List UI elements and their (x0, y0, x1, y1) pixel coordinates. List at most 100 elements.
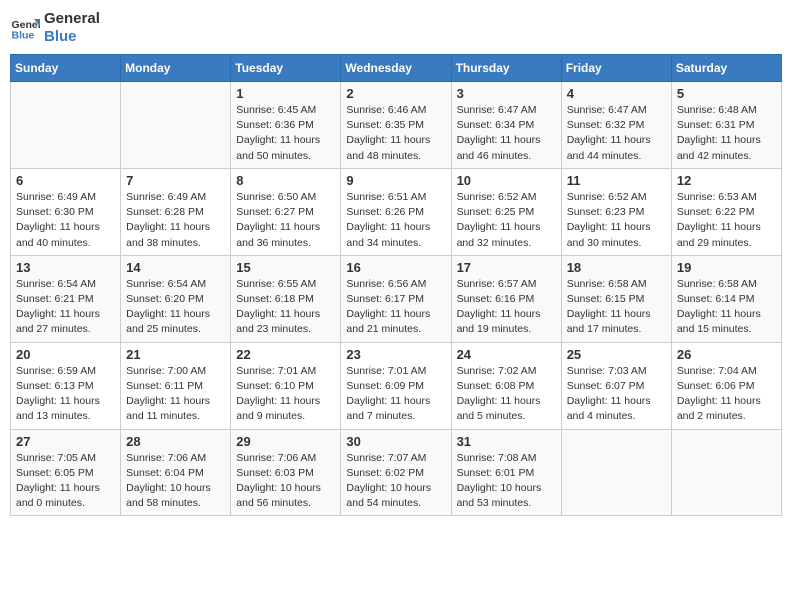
calendar-body: 1 Sunrise: 6:45 AM Sunset: 6:36 PM Daylig… (11, 82, 782, 516)
day-number: 20 (16, 347, 115, 362)
calendar-cell: 20 Sunrise: 6:59 AM Sunset: 6:13 PM Dayli… (11, 342, 121, 429)
day-info: Sunrise: 6:53 AM Sunset: 6:22 PM Dayligh… (677, 190, 776, 251)
day-number: 25 (567, 347, 666, 362)
day-number: 3 (457, 86, 556, 101)
day-number: 27 (16, 434, 115, 449)
day-info: Sunrise: 6:54 AM Sunset: 6:20 PM Dayligh… (126, 277, 225, 338)
calendar-cell: 23Sunrise: 7:01 AM Sunset: 6:09 PM Dayli… (341, 342, 451, 429)
svg-text:Blue: Blue (12, 30, 35, 42)
day-number: 22 (236, 347, 335, 362)
calendar-week-row: 20 Sunrise: 6:59 AM Sunset: 6:13 PM Dayli… (11, 342, 782, 429)
calendar-cell: 22 Sunrise: 7:01 AM Sunset: 6:10 PM Dayli… (231, 342, 341, 429)
day-info: Sunrise: 6:48 AM Sunset: 6:31 PM Dayligh… (677, 103, 776, 164)
calendar-cell (121, 82, 231, 169)
calendar-cell: 4Sunrise: 6:47 AM Sunset: 6:32 PM Daylig… (561, 82, 671, 169)
day-number: 4 (567, 86, 666, 101)
day-info: Sunrise: 6:47 AM Sunset: 6:34 PM Dayligh… (457, 103, 556, 164)
day-info: Sunrise: 7:08 AM Sunset: 6:01 PM Dayligh… (457, 451, 556, 512)
day-number: 21 (126, 347, 225, 362)
day-number: 10 (457, 173, 556, 188)
day-info: Sunrise: 7:04 AM Sunset: 6:06 PM Dayligh… (677, 364, 776, 425)
calendar-cell: 11 Sunrise: 6:52 AM Sunset: 6:23 PM Dayli… (561, 168, 671, 255)
day-info: Sunrise: 6:50 AM Sunset: 6:27 PM Dayligh… (236, 190, 335, 251)
calendar-cell: 7 Sunrise: 6:49 AM Sunset: 6:28 PM Daylig… (121, 168, 231, 255)
calendar-cell: 12Sunrise: 6:53 AM Sunset: 6:22 PM Dayli… (671, 168, 781, 255)
logo-icon: General Blue (10, 13, 40, 43)
day-header-wednesday: Wednesday (341, 55, 451, 82)
day-number: 19 (677, 260, 776, 275)
day-number: 28 (126, 434, 225, 449)
calendar-week-row: 6 Sunrise: 6:49 AM Sunset: 6:30 PM Daylig… (11, 168, 782, 255)
calendar-header-row: SundayMondayTuesdayWednesdayThursdayFrid… (11, 55, 782, 82)
day-number: 7 (126, 173, 225, 188)
day-number: 14 (126, 260, 225, 275)
calendar-cell: 18 Sunrise: 6:58 AM Sunset: 6:15 PM Dayli… (561, 255, 671, 342)
day-info: Sunrise: 6:58 AM Sunset: 6:14 PM Dayligh… (677, 277, 776, 338)
day-number: 17 (457, 260, 556, 275)
calendar-cell: 28 Sunrise: 7:06 AM Sunset: 6:04 PM Dayli… (121, 429, 231, 516)
logo-line1: General (44, 10, 100, 28)
calendar-cell: 2Sunrise: 6:46 AM Sunset: 6:35 PM Daylig… (341, 82, 451, 169)
day-number: 8 (236, 173, 335, 188)
day-number: 1 (236, 86, 335, 101)
day-info: Sunrise: 6:54 AM Sunset: 6:21 PM Dayligh… (16, 277, 115, 338)
day-info: Sunrise: 7:01 AM Sunset: 6:09 PM Dayligh… (346, 364, 445, 425)
calendar-cell: 14 Sunrise: 6:54 AM Sunset: 6:20 PM Dayli… (121, 255, 231, 342)
day-header-thursday: Thursday (451, 55, 561, 82)
day-number: 2 (346, 86, 445, 101)
day-info: Sunrise: 6:59 AM Sunset: 6:13 PM Dayligh… (16, 364, 115, 425)
day-number: 5 (677, 86, 776, 101)
calendar-cell: 27Sunrise: 7:05 AM Sunset: 6:05 PM Dayli… (11, 429, 121, 516)
day-number: 9 (346, 173, 445, 188)
day-info: Sunrise: 6:49 AM Sunset: 6:30 PM Dayligh… (16, 190, 115, 251)
calendar-cell: 26Sunrise: 7:04 AM Sunset: 6:06 PM Dayli… (671, 342, 781, 429)
calendar-cell: 16 Sunrise: 6:56 AM Sunset: 6:17 PM Dayli… (341, 255, 451, 342)
calendar-cell: 8 Sunrise: 6:50 AM Sunset: 6:27 PM Daylig… (231, 168, 341, 255)
logo-line2: Blue (44, 28, 100, 46)
day-info: Sunrise: 6:49 AM Sunset: 6:28 PM Dayligh… (126, 190, 225, 251)
calendar-cell (671, 429, 781, 516)
day-info: Sunrise: 6:45 AM Sunset: 6:36 PM Dayligh… (236, 103, 335, 164)
calendar-week-row: 1 Sunrise: 6:45 AM Sunset: 6:36 PM Daylig… (11, 82, 782, 169)
day-number: 16 (346, 260, 445, 275)
day-header-sunday: Sunday (11, 55, 121, 82)
page-header: General Blue General Blue (10, 10, 782, 46)
day-info: Sunrise: 6:52 AM Sunset: 6:23 PM Dayligh… (567, 190, 666, 251)
calendar-cell: 10Sunrise: 6:52 AM Sunset: 6:25 PM Dayli… (451, 168, 561, 255)
calendar-cell: 29 Sunrise: 7:06 AM Sunset: 6:03 PM Dayli… (231, 429, 341, 516)
day-info: Sunrise: 7:03 AM Sunset: 6:07 PM Dayligh… (567, 364, 666, 425)
day-number: 6 (16, 173, 115, 188)
day-info: Sunrise: 7:02 AM Sunset: 6:08 PM Dayligh… (457, 364, 556, 425)
calendar-table: SundayMondayTuesdayWednesdayThursdayFrid… (10, 54, 782, 516)
day-info: Sunrise: 7:06 AM Sunset: 6:03 PM Dayligh… (236, 451, 335, 512)
day-number: 30 (346, 434, 445, 449)
day-number: 11 (567, 173, 666, 188)
calendar-cell: 6 Sunrise: 6:49 AM Sunset: 6:30 PM Daylig… (11, 168, 121, 255)
day-info: Sunrise: 6:55 AM Sunset: 6:18 PM Dayligh… (236, 277, 335, 338)
calendar-cell: 25 Sunrise: 7:03 AM Sunset: 6:07 PM Dayli… (561, 342, 671, 429)
day-info: Sunrise: 6:51 AM Sunset: 6:26 PM Dayligh… (346, 190, 445, 251)
day-info: Sunrise: 7:07 AM Sunset: 6:02 PM Dayligh… (346, 451, 445, 512)
day-header-friday: Friday (561, 55, 671, 82)
day-info: Sunrise: 6:56 AM Sunset: 6:17 PM Dayligh… (346, 277, 445, 338)
day-number: 31 (457, 434, 556, 449)
calendar-cell: 3 Sunrise: 6:47 AM Sunset: 6:34 PM Daylig… (451, 82, 561, 169)
day-number: 18 (567, 260, 666, 275)
calendar-week-row: 27Sunrise: 7:05 AM Sunset: 6:05 PM Dayli… (11, 429, 782, 516)
calendar-cell: 30 Sunrise: 7:07 AM Sunset: 6:02 PM Dayli… (341, 429, 451, 516)
calendar-cell: 21 Sunrise: 7:00 AM Sunset: 6:11 PM Dayli… (121, 342, 231, 429)
calendar-week-row: 13Sunrise: 6:54 AM Sunset: 6:21 PM Dayli… (11, 255, 782, 342)
day-number: 24 (457, 347, 556, 362)
day-number: 29 (236, 434, 335, 449)
day-info: Sunrise: 7:00 AM Sunset: 6:11 PM Dayligh… (126, 364, 225, 425)
day-info: Sunrise: 7:06 AM Sunset: 6:04 PM Dayligh… (126, 451, 225, 512)
calendar-cell: 15Sunrise: 6:55 AM Sunset: 6:18 PM Dayli… (231, 255, 341, 342)
day-info: Sunrise: 6:58 AM Sunset: 6:15 PM Dayligh… (567, 277, 666, 338)
calendar-cell: 24 Sunrise: 7:02 AM Sunset: 6:08 PM Dayli… (451, 342, 561, 429)
calendar-cell: 17 Sunrise: 6:57 AM Sunset: 6:16 PM Dayli… (451, 255, 561, 342)
day-info: Sunrise: 7:01 AM Sunset: 6:10 PM Dayligh… (236, 364, 335, 425)
day-header-tuesday: Tuesday (231, 55, 341, 82)
logo: General Blue General Blue (10, 10, 100, 46)
day-info: Sunrise: 6:57 AM Sunset: 6:16 PM Dayligh… (457, 277, 556, 338)
calendar-cell (11, 82, 121, 169)
